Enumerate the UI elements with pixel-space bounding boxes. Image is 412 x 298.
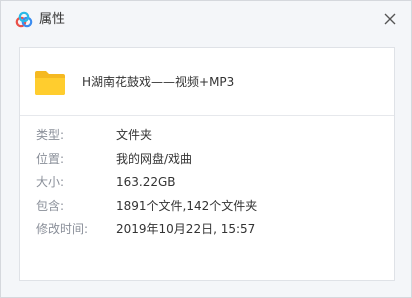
property-value: 163.22GB: [116, 175, 176, 189]
property-value: 2019年10月22日, 15:57: [116, 222, 256, 236]
property-value: 我的网盘/戏曲: [116, 151, 193, 166]
property-value: 1891个文件,142个文件夹: [116, 198, 258, 213]
folder-icon: [35, 71, 65, 95]
dialog-title: 属性: [39, 12, 66, 27]
file-name: H湖南花鼓戏——视频+MP3: [82, 75, 235, 89]
property-row-modified: 修改时间: 2019年10月22日, 15:57: [20, 218, 394, 242]
property-row-contains: 包含: 1891个文件,142个文件夹: [20, 195, 394, 219]
property-row-type: 类型: 文件夹: [20, 124, 394, 148]
property-label: 位置:: [36, 151, 65, 166]
property-label: 修改时间:: [36, 222, 89, 236]
properties-dialog: 属性 H湖南花鼓戏——视频+MP3 类型: 文件夹 位置: 我的网盘/戏曲 大小: [0, 0, 412, 298]
property-label: 大小:: [36, 175, 65, 189]
baidu-netdisk-cloud-icon: [15, 11, 33, 28]
property-value: 文件夹: [116, 128, 153, 142]
property-row-location: 位置: 我的网盘/戏曲: [20, 148, 394, 172]
properties-panel: H湖南花鼓戏——视频+MP3 类型: 文件夹 位置: 我的网盘/戏曲 大小: 1…: [19, 47, 395, 281]
property-label: 包含:: [36, 198, 65, 213]
title-bar[interactable]: 属性: [1, 1, 411, 39]
property-list: 类型: 文件夹 位置: 我的网盘/戏曲 大小: 163.22GB 包含: 189…: [20, 116, 394, 242]
property-row-size: 大小: 163.22GB: [20, 171, 394, 195]
close-icon[interactable]: [377, 6, 403, 32]
property-label: 类型:: [36, 128, 65, 142]
file-header: H湖南花鼓戏——视频+MP3: [20, 48, 394, 116]
